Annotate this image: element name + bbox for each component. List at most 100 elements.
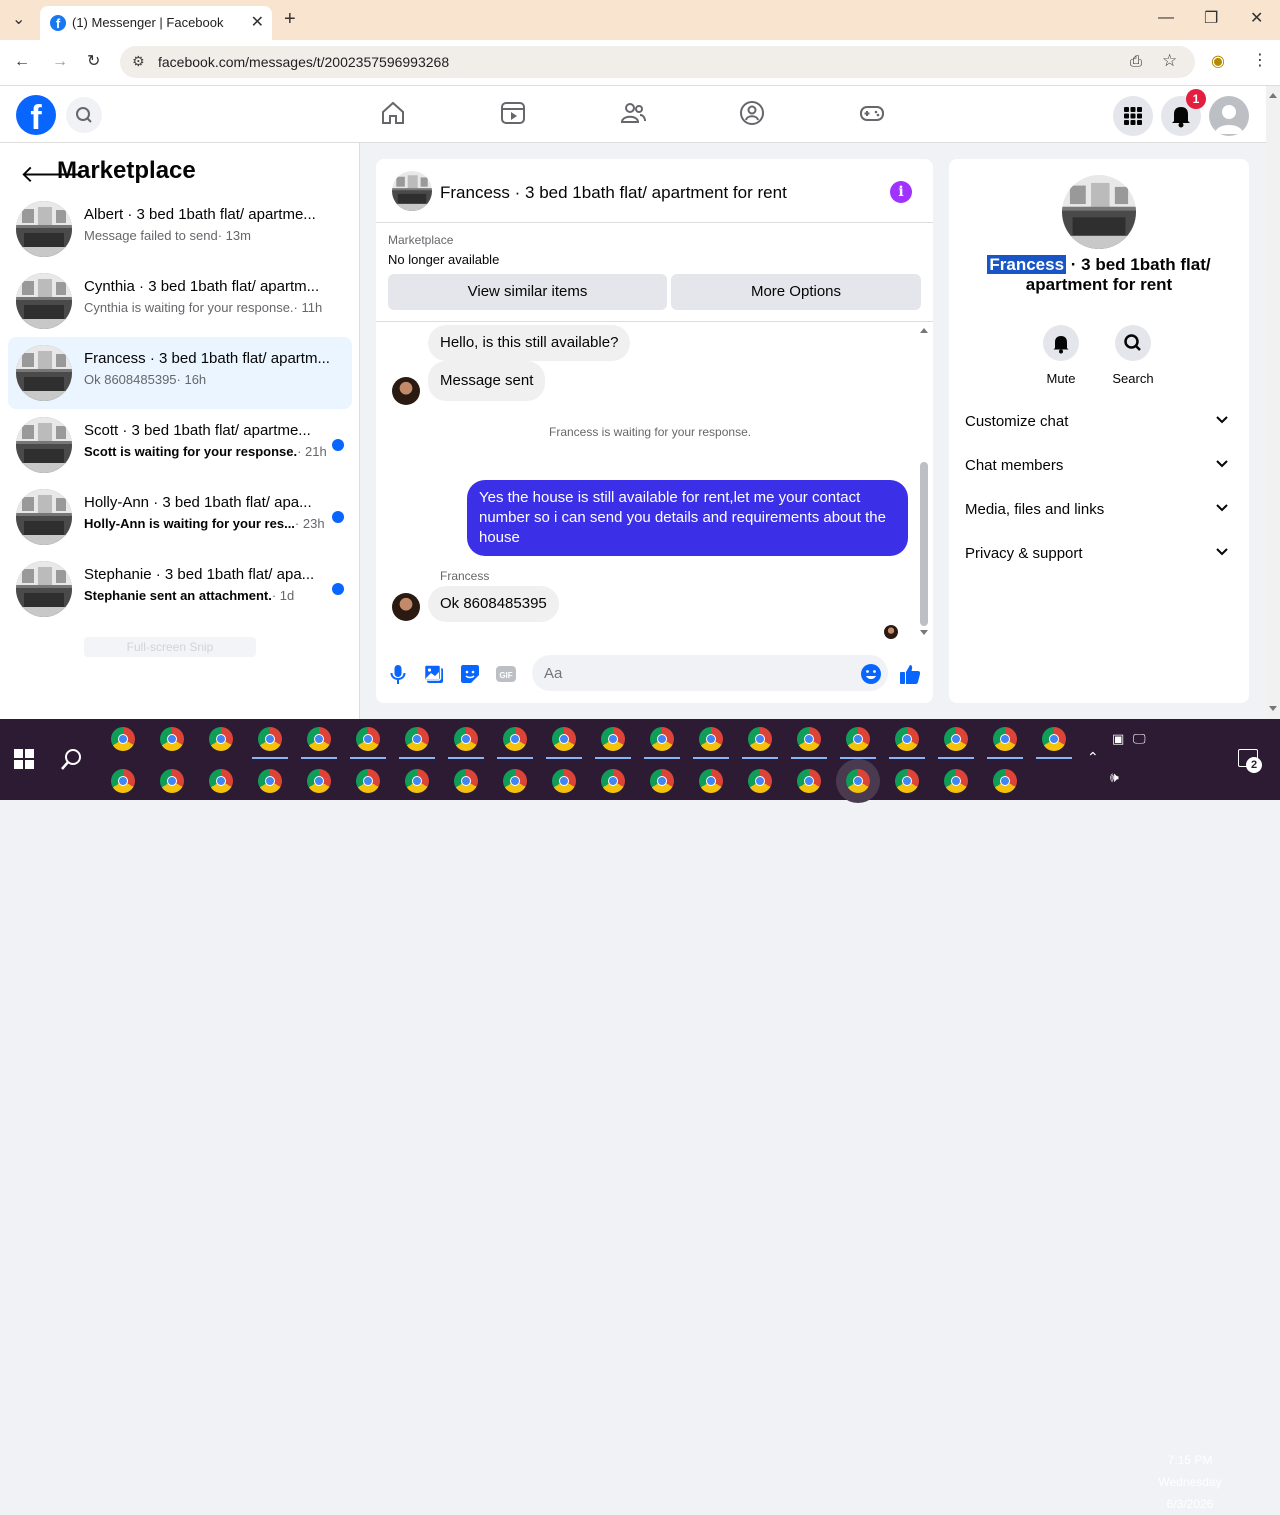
taskbar-app-icon[interactable]: [405, 769, 429, 793]
taskbar-app-icon[interactable]: [405, 727, 429, 751]
search-in-chat-button[interactable]: Search: [1103, 325, 1163, 386]
new-tab-icon[interactable]: +: [284, 9, 296, 29]
customize-chat-section[interactable]: Customize chat: [965, 413, 1233, 437]
gaming-icon[interactable]: [858, 99, 886, 127]
taskbar-app-icon[interactable]: [258, 769, 282, 793]
url-field[interactable]: ⚙ facebook.com/messages/t/20023575969932…: [120, 46, 1195, 78]
taskbar-app-icon[interactable]: [552, 769, 576, 793]
back-icon[interactable]: ←: [14, 54, 30, 70]
chat-members-section[interactable]: Chat members: [965, 457, 1233, 481]
taskbar-app-icon[interactable]: [503, 727, 527, 751]
contact-avatar[interactable]: [392, 593, 420, 621]
menu-button[interactable]: [1113, 96, 1153, 136]
window-close-icon[interactable]: ✕: [1250, 11, 1263, 27]
chat-title[interactable]: Francess · 3 bed 1bath flat/ apartment f…: [440, 183, 787, 203]
taskbar-app-icon[interactable]: [797, 769, 821, 793]
taskbar-app-icon[interactable]: [160, 769, 184, 793]
friends-icon[interactable]: [619, 99, 647, 127]
install-app-icon[interactable]: ⎙: [1130, 54, 1142, 70]
message-bubble-incoming[interactable]: Message sent: [428, 361, 546, 401]
taskbar-app-icon[interactable]: [307, 769, 331, 793]
groups-icon[interactable]: [738, 99, 766, 127]
conversation-row[interactable]: Albert · 3 bed 1bath flat/ apartme... Mes…: [8, 193, 352, 265]
taskbar-app-icon[interactable]: [209, 727, 233, 751]
microphone-icon[interactable]: [387, 663, 409, 685]
minimize-icon[interactable]: —: [1158, 10, 1174, 26]
taskbar-app-icon[interactable]: [650, 727, 674, 751]
taskbar-app-icon[interactable]: [650, 769, 674, 793]
taskbar-clock[interactable]: 7:15 PM Wednesday 6/3/2026: [1150, 1449, 1230, 1515]
taskbar-app-icon[interactable]: [797, 727, 821, 751]
message-bubble-incoming[interactable]: Hello, is this still available?: [428, 325, 631, 361]
conversation-row[interactable]: Stephanie · 3 bed 1bath flat/ apa... Step…: [8, 553, 352, 625]
taskbar-app-icon[interactable]: [356, 727, 380, 751]
message-bubble-outgoing[interactable]: Yes the house is still available for ren…: [467, 480, 908, 556]
gif-icon[interactable]: GIF: [495, 663, 517, 685]
contact-avatar[interactable]: [392, 377, 420, 405]
taskbar-app-icon[interactable]: [601, 769, 625, 793]
taskbar-app-icon[interactable]: [209, 769, 233, 793]
taskbar-app-icon[interactable]: [503, 769, 527, 793]
taskbar-app-icon[interactable]: [258, 727, 282, 751]
bookmark-star-icon[interactable]: ☆: [1162, 52, 1177, 69]
taskbar-app-icon[interactable]: [748, 727, 772, 751]
taskbar-app-icon[interactable]: [699, 769, 723, 793]
volume-icon[interactable]: 🕪: [1110, 769, 1119, 786]
taskbar-app-icon[interactable]: [846, 769, 870, 793]
page-scrollbar[interactable]: [1266, 86, 1280, 719]
taskbar-app-icon[interactable]: [993, 727, 1017, 751]
home-icon[interactable]: [379, 99, 407, 127]
taskbar-app-icon[interactable]: [699, 727, 723, 751]
browser-tab[interactable]: f (1) Messenger | Facebook ✕: [40, 6, 272, 40]
site-info-icon[interactable]: ⚙: [132, 53, 145, 70]
tray-overflow-icon[interactable]: ⌃: [1087, 749, 1099, 766]
taskbar-app-icon[interactable]: [1042, 727, 1066, 751]
taskbar-app-icon[interactable]: [454, 769, 478, 793]
message-input[interactable]: [532, 655, 888, 691]
media-files-links-section[interactable]: Media, files and links: [965, 501, 1233, 525]
taskbar-app-icon[interactable]: [748, 769, 772, 793]
video-icon[interactable]: [499, 99, 527, 127]
menu-dots-icon[interactable]: ⋮: [1252, 53, 1268, 69]
photo-icon[interactable]: [423, 663, 445, 685]
taskbar-app-icon[interactable]: [356, 769, 380, 793]
taskbar-app-icon[interactable]: [895, 769, 919, 793]
conversation-row[interactable]: Holly-Ann · 3 bed 1bath flat/ apa... Holl…: [8, 481, 352, 553]
privacy-support-section[interactable]: Privacy & support: [965, 545, 1233, 569]
more-options-button[interactable]: More Options: [671, 274, 921, 310]
tab-search-icon[interactable]: ⌄: [12, 12, 25, 28]
info-icon[interactable]: i: [890, 181, 912, 203]
mute-button[interactable]: Mute: [1031, 325, 1091, 386]
forward-icon[interactable]: →: [52, 54, 68, 70]
taskbar-app-icon[interactable]: [601, 727, 625, 751]
windows-start-icon[interactable]: [14, 749, 34, 769]
account-avatar[interactable]: [1209, 96, 1249, 136]
tray-device-icon[interactable]: ▣: [1112, 731, 1124, 747]
conversation-row[interactable]: Francess · 3 bed 1bath flat/ apartm... Ok…: [8, 337, 352, 409]
view-similar-items-button[interactable]: View similar items: [388, 274, 667, 310]
profile-icon[interactable]: ◉: [1211, 54, 1225, 70]
taskbar-app-icon[interactable]: [993, 769, 1017, 793]
taskbar-app-icon[interactable]: [111, 769, 135, 793]
reload-icon[interactable]: ↻: [87, 54, 100, 70]
sticker-icon[interactable]: [459, 663, 481, 685]
taskbar-app-icon[interactable]: [944, 769, 968, 793]
conversation-row[interactable]: Scott · 3 bed 1bath flat/ apartme... Scot…: [8, 409, 352, 481]
taskbar-search-icon[interactable]: [60, 747, 84, 771]
facebook-logo-icon[interactable]: f: [16, 95, 56, 137]
taskbar-app-icon[interactable]: [895, 727, 919, 751]
message-bubble-incoming[interactable]: Ok 8608485395: [428, 586, 559, 622]
taskbar-app-icon[interactable]: [454, 727, 478, 751]
taskbar-app-icon[interactable]: [846, 727, 870, 751]
taskbar-app-icon[interactable]: [111, 727, 135, 751]
taskbar-app-icon[interactable]: [944, 727, 968, 751]
thumbs-up-icon[interactable]: [899, 663, 921, 685]
taskbar-app-icon[interactable]: [160, 727, 184, 751]
listing-thumbnail[interactable]: [392, 171, 432, 211]
tab-close-icon[interactable]: ✕: [251, 12, 264, 32]
conversation-row[interactable]: Cynthia · 3 bed 1bath flat/ apartm... Cyn…: [8, 265, 352, 337]
facebook-search-button[interactable]: [66, 97, 102, 133]
taskbar-app-icon[interactable]: [552, 727, 576, 751]
network-icon[interactable]: 🖵: [1133, 731, 1146, 747]
taskbar-app-icon[interactable]: [307, 727, 331, 751]
